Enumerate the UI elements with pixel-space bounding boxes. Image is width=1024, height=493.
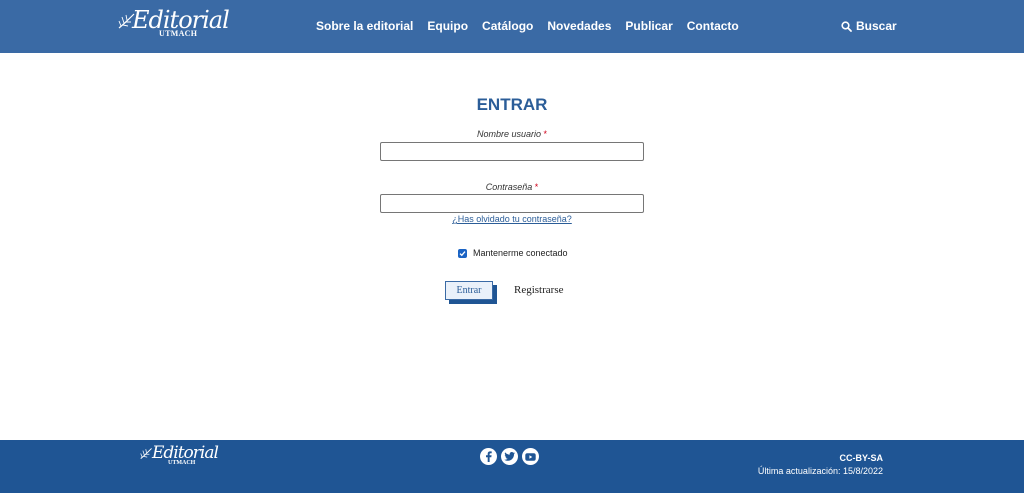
search-button[interactable]: Buscar xyxy=(841,19,897,33)
footer-logo-sub: UTMACH xyxy=(168,460,196,466)
submit-button-wrap: Entrar xyxy=(445,281,497,304)
password-label-text: Contraseña xyxy=(485,182,533,192)
site-footer: Editorial UTMACH CC-BY-SA Última actuali… xyxy=(0,440,1024,493)
password-required-mark: * xyxy=(534,182,539,192)
username-field[interactable] xyxy=(380,142,644,161)
username-required-mark: * xyxy=(543,129,548,139)
page-title: ENTRAR xyxy=(476,95,548,114)
social-links xyxy=(480,448,539,465)
twitter-icon[interactable] xyxy=(501,448,518,465)
nav-equipo[interactable]: Equipo xyxy=(427,19,468,33)
password-label: Contraseña * xyxy=(380,182,644,192)
checkmark-icon xyxy=(459,250,466,256)
username-label-text: Nombre usuario xyxy=(476,129,541,139)
nav-publicar[interactable]: Publicar xyxy=(625,19,672,33)
forgot-password-link[interactable]: ¿Has olvidado tu contraseña? xyxy=(380,214,644,224)
editorial-logo[interactable]: Editorial UTMACH xyxy=(118,6,230,42)
facebook-icon[interactable] xyxy=(480,448,497,465)
remember-me[interactable]: Mantenerme conectado xyxy=(458,248,568,258)
search-label: Buscar xyxy=(856,19,897,33)
logo-sub-text: UTMACH xyxy=(159,29,198,38)
youtube-icon[interactable] xyxy=(522,448,539,465)
nav-sobre-la-editorial[interactable]: Sobre la editorial xyxy=(316,19,413,33)
nav-catalogo[interactable]: Catálogo xyxy=(482,19,533,33)
license-text: CC-BY-SA xyxy=(839,453,883,463)
password-field[interactable] xyxy=(380,194,644,213)
main-nav: Sobre la editorial Equipo Catálogo Noved… xyxy=(316,19,739,33)
remember-checkbox[interactable] xyxy=(458,248,467,258)
search-icon xyxy=(841,20,852,32)
username-label: Nombre usuario * xyxy=(380,129,644,139)
remember-label: Mantenerme conectado xyxy=(473,248,568,258)
nav-contacto[interactable]: Contacto xyxy=(687,19,739,33)
register-link[interactable]: Registrarse xyxy=(514,284,563,296)
last-updated-text: Última actualización: 15/8/2022 xyxy=(757,466,883,476)
footer-logo[interactable]: Editorial UTMACH xyxy=(140,443,219,473)
nav-novedades[interactable]: Novedades xyxy=(547,19,611,33)
site-header: Editorial UTMACH Sobre la editorial Equi… xyxy=(0,0,1024,53)
submit-button[interactable]: Entrar xyxy=(445,281,493,300)
